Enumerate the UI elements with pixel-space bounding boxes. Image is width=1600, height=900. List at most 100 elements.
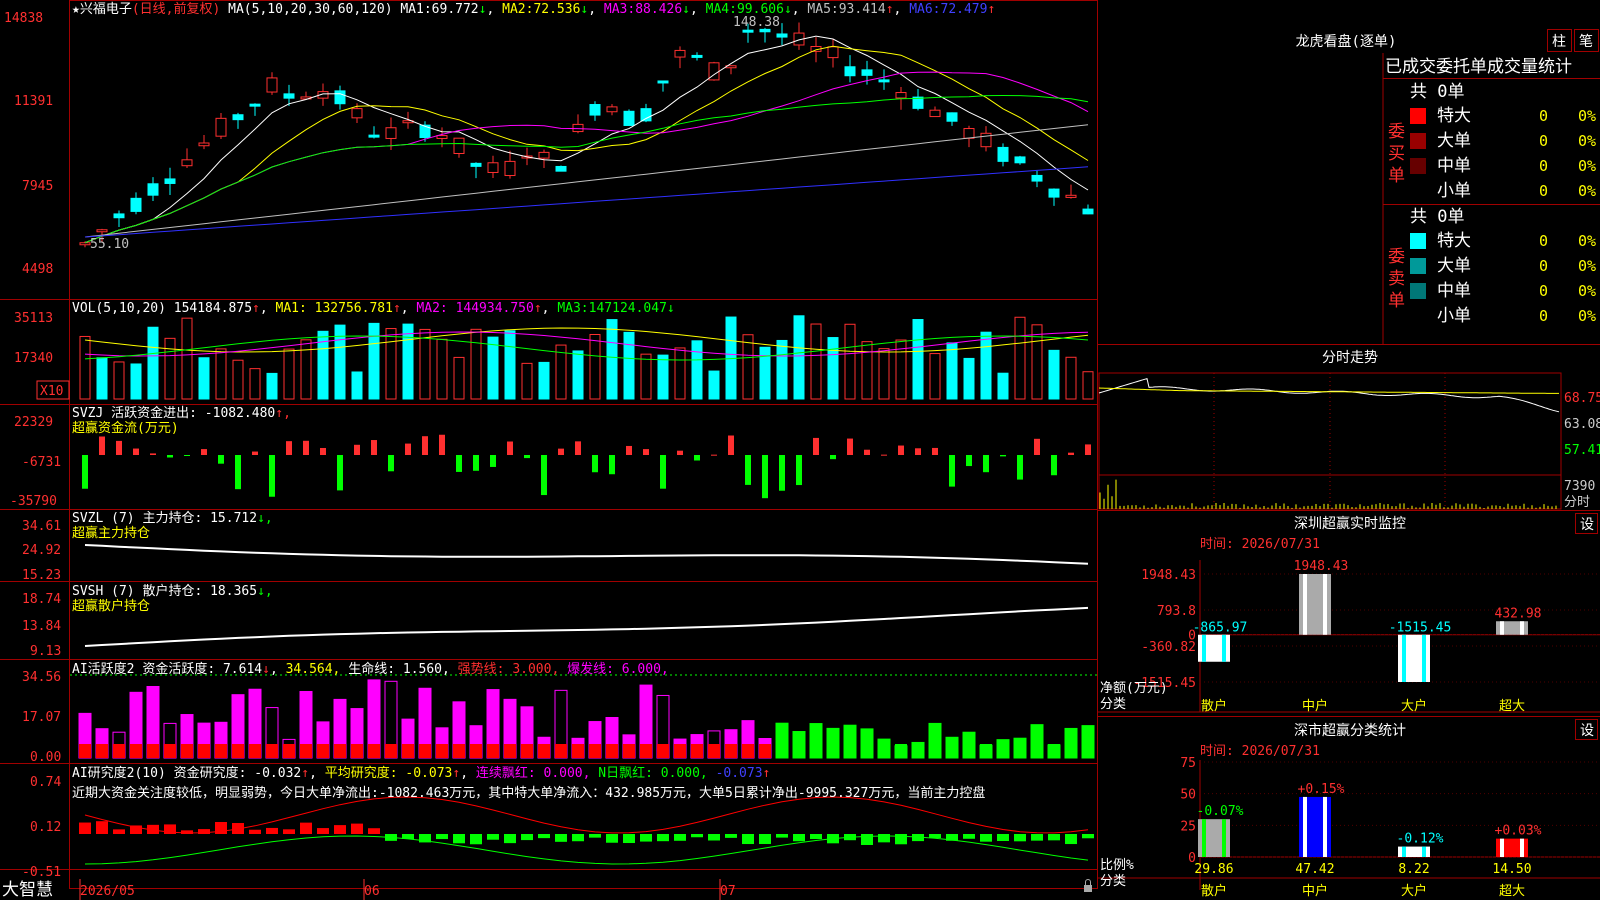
ai-active-base-bar bbox=[895, 744, 907, 758]
ai-research-bar bbox=[368, 828, 380, 834]
vol-y-axis: 35113 17340 bbox=[14, 311, 53, 366]
candle-body bbox=[504, 160, 516, 177]
svzj-bar bbox=[881, 454, 887, 456]
svzj-y-tick: -6731 bbox=[22, 455, 61, 470]
candle-body bbox=[181, 159, 193, 167]
ma3-arrow: ↓ bbox=[682, 2, 690, 17]
svzj-bar bbox=[609, 455, 615, 475]
res-y-tick: 0.74 bbox=[30, 775, 61, 790]
order-color-swatch bbox=[1410, 133, 1426, 149]
ma1-label: MA1: bbox=[400, 2, 431, 17]
svzl-header: SVZL (7) 主力持仓: 15.712↓, bbox=[72, 511, 273, 526]
stock-chart-canvas[interactable]: 1948.43 793.8 0 -360.82 -1515.45 -865.97 散户 194… bbox=[0, 0, 1600, 900]
ai-research-bar bbox=[249, 829, 261, 834]
ai-active-base-bar bbox=[232, 744, 244, 758]
life-value: 1.560, bbox=[403, 662, 450, 677]
ai-research-bar bbox=[929, 834, 941, 839]
candle-body bbox=[266, 77, 278, 93]
svsh-value: 18.365 bbox=[210, 584, 257, 599]
research-green-line bbox=[84, 835, 1089, 865]
candle-body bbox=[130, 197, 142, 212]
svzj-value: -1082.480 bbox=[205, 406, 275, 421]
ai-research-bar bbox=[436, 834, 448, 840]
ai-active-base-bar bbox=[606, 744, 618, 758]
ai-research-bar bbox=[538, 834, 550, 839]
candle-body bbox=[249, 103, 261, 107]
ai-research-bar bbox=[504, 834, 516, 844]
ai-active-base-bar bbox=[181, 744, 193, 758]
candle-body bbox=[946, 112, 958, 122]
order-size-name: 中单 bbox=[1437, 281, 1471, 301]
svzj-bar bbox=[932, 447, 938, 455]
ai-research-bar bbox=[861, 834, 873, 845]
candle-body bbox=[742, 29, 754, 33]
order-side-char: 单 bbox=[1388, 291, 1405, 311]
ai-research-bar bbox=[810, 834, 822, 840]
volume-bar bbox=[997, 372, 1009, 400]
ai-research-avg-arrow: ↑ bbox=[452, 766, 460, 781]
ai-research-bar bbox=[521, 834, 533, 841]
svzj-bar bbox=[82, 455, 88, 489]
order-size-name: 中单 bbox=[1437, 156, 1471, 176]
ai-active-base-bar bbox=[640, 744, 652, 758]
volume-bar bbox=[130, 363, 142, 400]
lock-icon[interactable] bbox=[1084, 879, 1092, 892]
order-color-swatch bbox=[1410, 258, 1426, 274]
volume-bar bbox=[657, 354, 669, 400]
volume-bar bbox=[181, 317, 193, 400]
order-count: 0 bbox=[1539, 107, 1548, 125]
classify-y-tick: 75 bbox=[1180, 756, 1196, 771]
brand-logo: 大智慧 bbox=[2, 880, 53, 900]
svsh-title: SVSH (7) bbox=[72, 584, 135, 599]
ai-active-base-bar bbox=[1014, 744, 1026, 758]
svzj-bar bbox=[388, 455, 394, 472]
volume-bar bbox=[827, 337, 839, 400]
ma5-value: 93.414 bbox=[839, 2, 886, 17]
classify-change-label: -0.07% bbox=[1197, 804, 1244, 819]
volume-bar bbox=[572, 350, 584, 400]
candle-body bbox=[487, 162, 499, 173]
ai-research-bar bbox=[793, 834, 805, 842]
volume-bar bbox=[147, 326, 159, 400]
candle-body bbox=[929, 109, 941, 118]
classify-change-label: +0.15% bbox=[1298, 782, 1345, 797]
candle-body bbox=[878, 79, 890, 83]
order-color-swatch bbox=[1410, 233, 1426, 249]
candle-body bbox=[79, 242, 91, 246]
ai-active-base-bar bbox=[878, 744, 890, 758]
ai-active-base-bar bbox=[402, 744, 414, 758]
svzj-bar bbox=[354, 444, 360, 455]
ai-active-base-bar bbox=[708, 744, 720, 758]
volume-bar bbox=[793, 315, 805, 400]
svzl-value: 15.712 bbox=[210, 511, 257, 526]
ma6-value: 72.479 bbox=[941, 2, 988, 17]
svsh-y-tick: 13.84 bbox=[22, 619, 61, 634]
ai-research-bar bbox=[878, 834, 890, 843]
ai-research-last-arrow: ↑ bbox=[763, 766, 771, 781]
candle-body bbox=[606, 106, 618, 113]
order-size-name: 小单 bbox=[1437, 181, 1471, 201]
volume-bar bbox=[861, 341, 873, 400]
volume-bar bbox=[113, 361, 125, 400]
candle-body bbox=[436, 135, 448, 139]
volume-bar bbox=[1031, 324, 1043, 400]
classify-category: 散户 bbox=[1201, 883, 1227, 899]
order-count: 0 bbox=[1539, 257, 1548, 275]
svzj-bar bbox=[116, 440, 122, 455]
vol-ma3-value: 147124.047 bbox=[589, 301, 667, 316]
svzj-y-axis: 22329 -6731 -35790 bbox=[10, 415, 61, 509]
svzj-bar bbox=[847, 438, 853, 455]
order-count: 0 bbox=[1539, 182, 1548, 200]
ai-active-base-bar bbox=[623, 744, 635, 758]
classify-value-label: 8.22 bbox=[1398, 862, 1429, 877]
ai-active-header: AI活跃度2 资金活跃度: 7.614↓, 34.564, 生命线: 1.560… bbox=[72, 661, 669, 677]
monitor-x-label: 分类 bbox=[1100, 697, 1126, 712]
vol-ma3-label: MA3: bbox=[557, 301, 588, 316]
vol-ma2-value: 144934.750 bbox=[456, 301, 534, 316]
svzl-y-tick: 24.92 bbox=[22, 543, 61, 558]
candle-body bbox=[691, 54, 703, 58]
svzl-line bbox=[84, 544, 1089, 565]
order-size-name: 特大 bbox=[1437, 106, 1471, 126]
svzj-bar bbox=[524, 455, 530, 459]
volume-bar bbox=[538, 361, 550, 400]
